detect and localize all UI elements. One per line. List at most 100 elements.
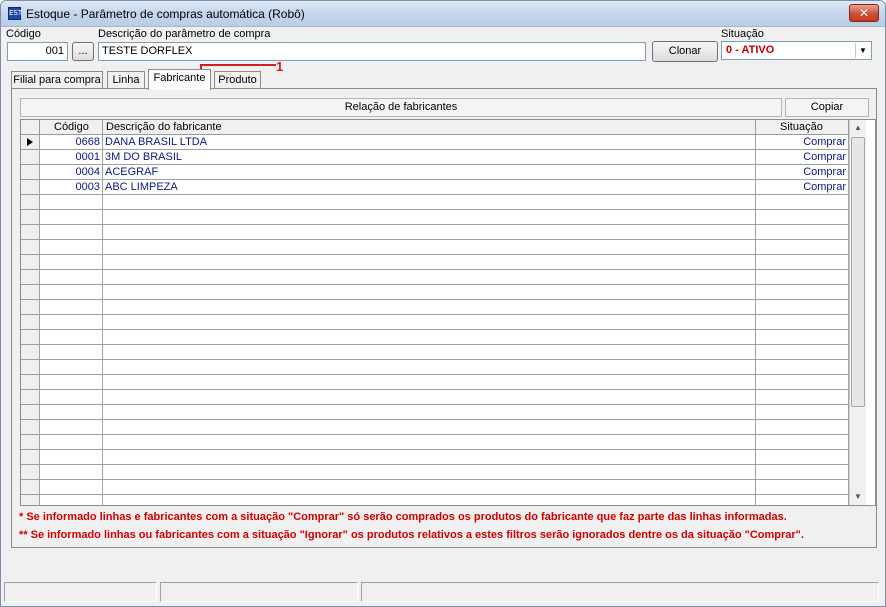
- cell-situacao[interactable]: [756, 495, 849, 505]
- cell-descricao[interactable]: [103, 255, 756, 270]
- column-header-descricao[interactable]: Descrição do fabricante: [103, 120, 756, 135]
- cell-situacao[interactable]: [756, 405, 849, 420]
- cell-situacao[interactable]: [756, 360, 849, 375]
- cell-descricao[interactable]: [103, 480, 756, 495]
- cell-descricao[interactable]: [103, 195, 756, 210]
- empty-table-row[interactable]: [21, 405, 849, 420]
- codigo-field[interactable]: 001: [7, 42, 68, 61]
- descricao-field[interactable]: TESTE DORFLEX: [98, 42, 646, 61]
- empty-table-row[interactable]: [21, 480, 849, 495]
- cell-codigo[interactable]: [40, 270, 103, 285]
- cell-situacao[interactable]: [756, 465, 849, 480]
- cell-descricao[interactable]: [103, 330, 756, 345]
- cell-codigo[interactable]: [40, 405, 103, 420]
- cell-descricao[interactable]: [103, 270, 756, 285]
- tab-fabricante[interactable]: Fabricante: [148, 69, 211, 90]
- empty-table-row[interactable]: [21, 495, 849, 505]
- cell-descricao[interactable]: ABC LIMPEZA: [103, 180, 756, 195]
- cell-descricao[interactable]: [103, 285, 756, 300]
- table-row[interactable]: 0001 3M DO BRASIL Comprar: [21, 150, 849, 165]
- table-row[interactable]: 0003 ABC LIMPEZA Comprar: [21, 180, 849, 195]
- cell-codigo[interactable]: [40, 375, 103, 390]
- cell-codigo[interactable]: 0668: [40, 135, 103, 150]
- table-row[interactable]: 0668 DANA BRASIL LTDA Comprar: [21, 135, 849, 150]
- cell-descricao[interactable]: [103, 405, 756, 420]
- empty-table-row[interactable]: [21, 195, 849, 210]
- cell-situacao[interactable]: [756, 315, 849, 330]
- empty-table-row[interactable]: [21, 435, 849, 450]
- empty-table-row[interactable]: [21, 450, 849, 465]
- close-button[interactable]: ✕: [849, 4, 879, 22]
- tab-filial-para-compra[interactable]: Filial para compra: [11, 71, 103, 89]
- scroll-up-icon[interactable]: ▲: [850, 120, 866, 136]
- empty-table-row[interactable]: [21, 390, 849, 405]
- cell-descricao[interactable]: [103, 240, 756, 255]
- tab-linha[interactable]: Linha: [107, 71, 145, 89]
- cell-descricao[interactable]: [103, 360, 756, 375]
- cell-descricao[interactable]: [103, 495, 756, 505]
- cell-descricao[interactable]: [103, 300, 756, 315]
- cell-situacao[interactable]: [756, 345, 849, 360]
- cell-descricao[interactable]: [103, 225, 756, 240]
- empty-table-row[interactable]: [21, 225, 849, 240]
- empty-table-row[interactable]: [21, 360, 849, 375]
- cell-codigo[interactable]: [40, 450, 103, 465]
- cell-descricao[interactable]: [103, 345, 756, 360]
- empty-table-row[interactable]: [21, 300, 849, 315]
- cell-codigo[interactable]: [40, 465, 103, 480]
- cell-situacao[interactable]: Comprar: [756, 150, 849, 165]
- cell-codigo[interactable]: 0001: [40, 150, 103, 165]
- cell-codigo[interactable]: [40, 195, 103, 210]
- cell-codigo[interactable]: [40, 480, 103, 495]
- cell-situacao[interactable]: [756, 390, 849, 405]
- cell-descricao[interactable]: DANA BRASIL LTDA: [103, 135, 756, 150]
- cell-situacao[interactable]: [756, 435, 849, 450]
- cell-situacao[interactable]: [756, 285, 849, 300]
- cell-codigo[interactable]: [40, 225, 103, 240]
- cell-situacao[interactable]: [756, 195, 849, 210]
- cell-descricao[interactable]: [103, 390, 756, 405]
- empty-table-row[interactable]: [21, 285, 849, 300]
- cell-codigo[interactable]: [40, 300, 103, 315]
- cell-descricao[interactable]: 3M DO BRASIL: [103, 150, 756, 165]
- cell-codigo[interactable]: [40, 285, 103, 300]
- empty-table-row[interactable]: [21, 420, 849, 435]
- cell-situacao[interactable]: Comprar: [756, 180, 849, 195]
- cell-codigo[interactable]: [40, 390, 103, 405]
- cell-codigo[interactable]: [40, 240, 103, 255]
- codigo-lookup-button[interactable]: ...: [72, 42, 94, 61]
- cell-codigo[interactable]: [40, 360, 103, 375]
- empty-table-row[interactable]: [21, 465, 849, 480]
- cell-codigo[interactable]: [40, 345, 103, 360]
- empty-table-row[interactable]: [21, 240, 849, 255]
- cell-descricao[interactable]: [103, 435, 756, 450]
- cell-situacao[interactable]: [756, 375, 849, 390]
- cell-descricao[interactable]: [103, 450, 756, 465]
- scroll-thumb[interactable]: [851, 137, 865, 407]
- cell-situacao[interactable]: [756, 240, 849, 255]
- empty-table-row[interactable]: [21, 210, 849, 225]
- cell-situacao[interactable]: [756, 255, 849, 270]
- cell-codigo[interactable]: [40, 210, 103, 225]
- cell-codigo[interactable]: 0004: [40, 165, 103, 180]
- copiar-button[interactable]: Copiar: [785, 98, 869, 117]
- cell-situacao[interactable]: [756, 300, 849, 315]
- cell-descricao[interactable]: [103, 315, 756, 330]
- empty-table-row[interactable]: [21, 375, 849, 390]
- empty-table-row[interactable]: [21, 255, 849, 270]
- situacao-select[interactable]: 0 - ATIVO ▼: [721, 41, 872, 60]
- cell-situacao[interactable]: Comprar: [756, 135, 849, 150]
- table-row[interactable]: 0004 ACEGRAF Comprar: [21, 165, 849, 180]
- cell-codigo[interactable]: 0003: [40, 180, 103, 195]
- empty-table-row[interactable]: [21, 330, 849, 345]
- cell-situacao[interactable]: [756, 210, 849, 225]
- column-header-situacao[interactable]: Situação: [756, 120, 849, 135]
- cell-codigo[interactable]: [40, 315, 103, 330]
- cell-descricao[interactable]: ACEGRAF: [103, 165, 756, 180]
- tab-produto[interactable]: Produto: [214, 71, 261, 89]
- cell-situacao[interactable]: [756, 330, 849, 345]
- empty-table-row[interactable]: [21, 270, 849, 285]
- cell-situacao[interactable]: [756, 450, 849, 465]
- cell-situacao[interactable]: [756, 420, 849, 435]
- empty-table-row[interactable]: [21, 315, 849, 330]
